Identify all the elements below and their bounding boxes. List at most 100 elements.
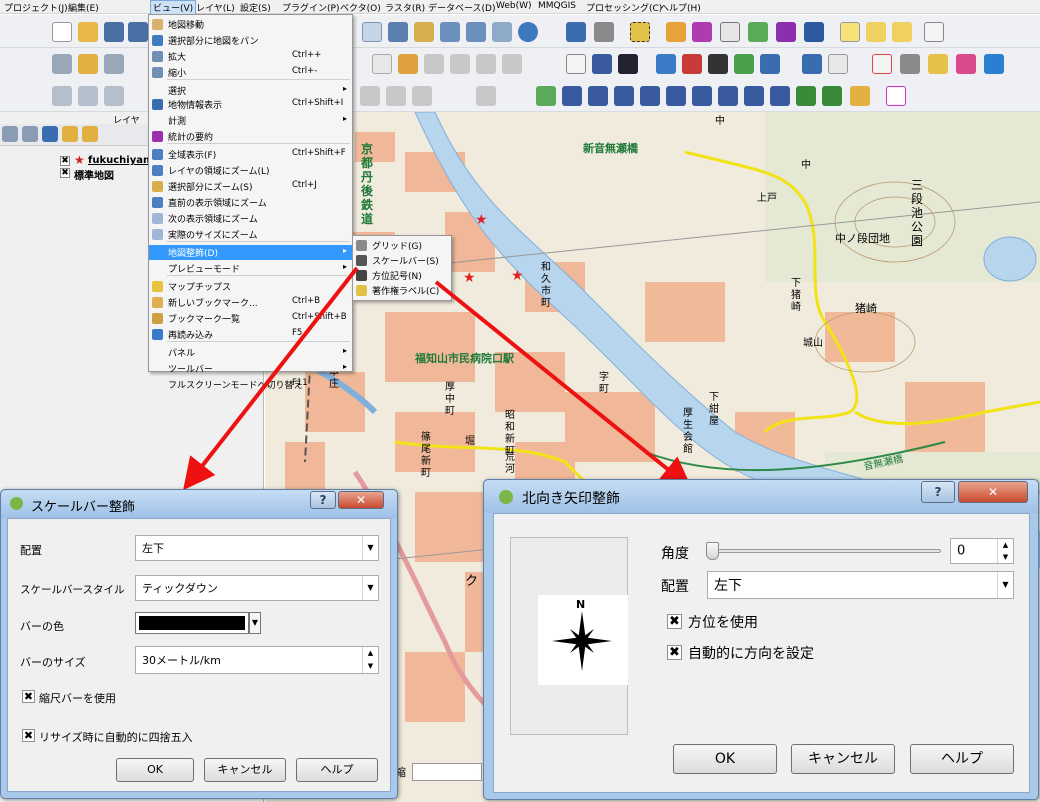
add-ring-icon[interactable] (476, 86, 496, 106)
add-wms-icon[interactable] (718, 86, 738, 106)
attribute-table-icon[interactable] (720, 22, 740, 42)
angle-slider-track[interactable] (709, 549, 941, 553)
offset-curve-icon[interactable] (360, 86, 380, 106)
help-button[interactable]: ヘルプ (296, 758, 378, 782)
auto-round-checkbox[interactable]: ✖ (22, 729, 35, 742)
auto-direction-checkbox[interactable]: ✖ (667, 645, 682, 660)
add-db2-icon[interactable] (692, 86, 712, 106)
measure-icon[interactable] (804, 22, 824, 42)
show-bookmarks-icon[interactable] (892, 22, 912, 42)
use-north-arrow-checkbox[interactable]: ✖ (667, 614, 682, 629)
new-project-icon[interactable] (52, 22, 72, 42)
current-edits-icon[interactable] (52, 54, 72, 74)
view-menu-item[interactable]: マップチップス (149, 279, 352, 294)
cancel-button[interactable]: キャンセル (791, 744, 895, 774)
decorations-menu-item[interactable]: 方位記号(N) (353, 268, 451, 283)
plugin-tile-icon[interactable] (618, 54, 638, 74)
view-menu-item[interactable]: 新しいブックマーク... Ctrl+B (149, 295, 352, 310)
style-combobox[interactable]: ティックダウン ▼ (135, 575, 379, 601)
shape-tools-icon[interactable] (956, 54, 976, 74)
view-menu-item[interactable]: 選択部分に地図をパン (149, 33, 352, 48)
decorations-menu-item[interactable]: 著作権ラベル(C) (353, 283, 451, 298)
field-calculator-icon[interactable] (748, 22, 768, 42)
add-group-icon[interactable] (2, 126, 18, 142)
search-icon[interactable] (760, 54, 780, 74)
cancel-button[interactable]: キャンセル (204, 758, 286, 782)
whats-this-icon[interactable] (828, 54, 848, 74)
angle-slider-handle[interactable] (706, 542, 719, 560)
expand-all-icon[interactable] (62, 126, 78, 142)
view-menu-item[interactable]: ブックマーク一覧 Ctrl+Shift+B (149, 311, 352, 326)
deselect-icon[interactable] (666, 22, 686, 42)
view-menu-item[interactable]: 選択 ▸ (149, 83, 352, 98)
zoom-full-icon[interactable] (362, 22, 382, 42)
label-tool-icon[interactable] (372, 54, 392, 74)
coordinate-capture-icon[interactable] (984, 54, 1004, 74)
view-menu-item[interactable]: 実際のサイズにズーム (149, 227, 352, 242)
offline-edit-icon[interactable] (928, 54, 948, 74)
view-menu-item[interactable]: ツールバー ▸ (149, 361, 352, 376)
menu-view[interactable]: ビュー(V) (150, 0, 197, 15)
change-label-icon[interactable] (502, 54, 522, 74)
rotate-label-icon[interactable] (476, 54, 496, 74)
add-virtual-layer-icon[interactable] (822, 86, 842, 106)
view-menu-item[interactable]: 地図移動 (149, 17, 352, 32)
add-vector-layer-icon[interactable] (536, 86, 556, 106)
menu-settings[interactable]: 設定(S) (240, 1, 271, 14)
add-raster-layer-icon[interactable] (562, 86, 582, 106)
zoom-last-icon[interactable] (440, 22, 460, 42)
close-button[interactable]: ✕ (958, 481, 1028, 503)
menu-help[interactable]: ヘルプ(H) (660, 1, 701, 14)
save-as-icon[interactable] (128, 22, 148, 42)
toggle-editing-icon[interactable] (78, 54, 98, 74)
reshape-icon[interactable] (386, 86, 406, 106)
menu-database[interactable]: データベース(D) (428, 1, 496, 14)
help-question-button[interactable]: ? (310, 491, 336, 509)
expression-select-icon[interactable] (692, 22, 712, 42)
show-hide-labels-icon[interactable] (424, 54, 444, 74)
view-menu-item[interactable]: パネル ▸ (149, 345, 352, 360)
menu-web[interactable]: Web(W) (496, 1, 532, 11)
node-tool-icon[interactable] (52, 86, 72, 106)
python-console-icon[interactable] (656, 54, 676, 74)
add-wfs-icon[interactable] (770, 86, 790, 106)
menu-project[interactable]: プロジェクト(J) (4, 1, 68, 14)
angle-spinbox[interactable]: 0 ▲ ▼ (950, 538, 1014, 564)
ok-button[interactable]: OK (673, 744, 777, 774)
split-icon[interactable] (412, 86, 432, 106)
view-menu-item[interactable]: プレビューモード ▸ (149, 261, 352, 276)
help-question-button[interactable]: ? (921, 481, 955, 503)
view-menu-item[interactable]: レイヤの領域にズーム(L) (149, 163, 352, 178)
ok-button[interactable]: OK (116, 758, 194, 782)
open-project-icon[interactable] (78, 22, 98, 42)
decorations-menu-item[interactable]: スケールバー(S) (353, 253, 451, 268)
color-dropdown-icon[interactable]: ▼ (249, 612, 261, 634)
menu-layer[interactable]: レイヤ(L) (196, 1, 235, 14)
select-features-icon[interactable] (630, 22, 650, 42)
layer-visibility-checkbox[interactable]: ✖ (60, 156, 70, 166)
run-feature-action-icon[interactable] (594, 22, 614, 42)
undo-icon[interactable] (78, 86, 98, 106)
plugin-icon[interactable] (592, 54, 612, 74)
spin-arrows-icon[interactable]: ▲ ▼ (997, 539, 1013, 563)
view-menu-item[interactable]: フルスクリーンモードへ切り替え F11 (149, 377, 352, 392)
view-menu-item[interactable]: 地図整飾(D) ▸ (149, 245, 352, 260)
menu-plugins[interactable]: プラグイン(P) (282, 1, 339, 14)
help-button[interactable]: ヘルプ (910, 744, 1014, 774)
text-annotation-icon[interactable] (924, 22, 944, 42)
menu-mmqgis[interactable]: MMQGIS (538, 1, 576, 11)
scale-combobox[interactable] (412, 763, 482, 781)
close-button[interactable]: ✕ (338, 491, 384, 509)
view-menu-item[interactable]: 地物情報表示 Ctrl+Shift+I (149, 97, 352, 112)
view-menu-item[interactable]: 全域表示(F) Ctrl+Shift+F (149, 147, 352, 162)
menu-raster[interactable]: ラスタ(R) (385, 1, 425, 14)
view-menu-item[interactable]: 縮小 Ctrl+- (149, 65, 352, 80)
add-oracle-icon[interactable] (666, 86, 686, 106)
size-spinbox[interactable]: 30メートル/km ▲ ▼ (135, 646, 379, 674)
redo-icon[interactable] (104, 86, 124, 106)
color-button[interactable] (135, 612, 249, 634)
layer-visibility-checkbox[interactable]: ✖ (60, 168, 70, 178)
save-project-icon[interactable] (104, 22, 124, 42)
add-wcs-icon[interactable] (744, 86, 764, 106)
binoculars-icon[interactable] (708, 54, 728, 74)
